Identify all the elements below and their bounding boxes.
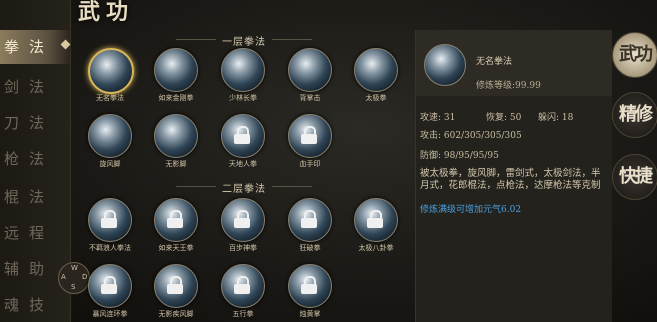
detail-skill-icon (424, 44, 466, 86)
lock-icon (234, 276, 250, 294)
compass-s: S (71, 283, 76, 291)
skill-slot[interactable]: 背掌击 (280, 46, 340, 106)
compass-w: W (71, 264, 78, 272)
nav-label: 刀法 (4, 114, 55, 132)
skill-icon (154, 48, 198, 92)
nav-label: 拳法 (4, 38, 55, 56)
lock-icon (301, 126, 317, 144)
detail-header: 无名拳法 修炼等级:99.99 (416, 30, 612, 96)
skill-name: 太极八卦拳 (358, 244, 394, 252)
skill-icon (88, 48, 134, 94)
skill-description: 被太极拳，旋风脚，雷剑式，太极剑法，半月式，花郎棍法，点枪法，达摩枪法等克制 (420, 168, 601, 191)
skill-detail-panel: 无名拳法 修炼等级:99.99 攻速: 31 恢复: 50 躲闪: 18 攻击:… (415, 30, 612, 322)
button-label: 武功 (619, 44, 653, 65)
lock-icon (301, 210, 317, 228)
nav-label: 棍法 (4, 188, 55, 206)
button-label: 快捷 (619, 166, 653, 187)
skill-slot[interactable]: 旋风脚 (80, 112, 140, 172)
nav-label: 枪法 (4, 150, 55, 168)
skill-name: 天地人拳 (229, 160, 257, 168)
skill-name: 百步神拳 (229, 244, 257, 252)
nav-label: 剑法 (4, 78, 55, 96)
skill-slot[interactable]: 无名拳法 (80, 46, 140, 106)
refine-button[interactable]: 精修 (612, 92, 657, 138)
skill-slot[interactable]: 暴风连环拳 (80, 262, 140, 322)
skill-name: 无影脚 (165, 160, 187, 168)
skill-name: 血手印 (299, 160, 321, 168)
nav-label: 辅助 (4, 260, 55, 278)
skill-slot[interactable]: 如来天王拳 (146, 196, 206, 256)
nav-item-sword[interactable]: 剑法 (0, 70, 70, 104)
skill-icon (354, 48, 398, 92)
nav-item-ranged[interactable]: 远程 (0, 216, 70, 250)
skill-name: 不羁浪人拳法 (89, 244, 131, 252)
skill-name: 无名拳法 (96, 94, 124, 102)
detail-skill-name: 无名拳法 (476, 57, 513, 67)
skill-icon (221, 48, 265, 92)
lock-icon (167, 210, 183, 228)
skill-name: 如来天王拳 (158, 244, 194, 252)
skill-name: 狂破拳 (299, 244, 321, 252)
nav-item-spear[interactable]: 枪法 (0, 142, 70, 176)
skill-slot[interactable]: 无影脚 (146, 112, 206, 172)
martial-arts-button[interactable]: 武功 (612, 32, 657, 78)
skill-slot[interactable]: 五行拳 (213, 262, 273, 322)
compass-a: A (61, 273, 66, 281)
skill-slot[interactable]: 少林长拳 (213, 46, 273, 106)
stat-defense: 防御: 98/95/95/95 (420, 151, 499, 161)
lock-icon (367, 210, 383, 228)
lock-icon (101, 276, 117, 294)
skill-icon (88, 114, 132, 158)
max-level-bonus: 修炼满级可增加元气6.02 (420, 205, 522, 215)
skill-slot[interactable]: 太极八卦拳 (346, 196, 406, 256)
section-title-tier2: 二层拳法 (176, 180, 312, 195)
skill-icon (288, 48, 332, 92)
skill-name: 烛黄掌 (299, 310, 321, 318)
skill-slot[interactable]: 烛黄掌 (280, 262, 340, 322)
lock-icon (301, 276, 317, 294)
stat-attack: 攻击: 602/305/305/305 (420, 131, 522, 141)
skill-slot[interactable]: 百步神拳 (213, 196, 273, 256)
skill-name: 少林长拳 (229, 94, 257, 102)
skill-name: 暴风连环拳 (92, 310, 128, 318)
skill-slot[interactable]: 狂破拳 (280, 196, 340, 256)
stat-attack-speed: 攻速: 31 (420, 113, 456, 123)
nav-item-fist[interactable]: 拳法 (0, 30, 70, 64)
skill-slot[interactable]: 血手印 (280, 112, 340, 172)
skill-grid: 一层拳法 无名拳法 如来金刚拳 少林长拳 背掌击 太极拳 旋风脚 无影脚 天地人… (80, 22, 410, 322)
skill-slot[interactable]: 天地人拳 (213, 112, 273, 172)
detail-skill-level: 修炼等级:99.99 (476, 81, 541, 91)
lock-icon (101, 210, 117, 228)
skill-name: 如来金刚拳 (158, 94, 194, 102)
skill-name: 背掌击 (299, 94, 321, 102)
nav-item-soul[interactable]: 魂技 (0, 288, 70, 322)
nav-item-staff[interactable]: 棍法 (0, 180, 70, 214)
lock-icon (234, 126, 250, 144)
nav-label: 远程 (4, 224, 55, 242)
skill-icon (154, 114, 198, 158)
skill-slot[interactable]: 无影疾风脚 (146, 262, 206, 322)
skill-slot[interactable]: 太极拳 (346, 46, 406, 106)
lock-icon (234, 210, 250, 228)
skill-name: 无影疾风脚 (158, 310, 194, 318)
skill-slot[interactable]: 不羁浪人拳法 (80, 196, 140, 256)
skill-name: 五行拳 (232, 310, 254, 318)
nav-label: 魂技 (4, 296, 55, 314)
skill-name: 旋风脚 (99, 160, 121, 168)
nav-item-blade[interactable]: 刀法 (0, 106, 70, 140)
skill-slot[interactable]: 如来金刚拳 (146, 46, 206, 106)
stat-dodge: 躲闪: 18 (538, 113, 574, 123)
shortcut-button[interactable]: 快捷 (612, 154, 657, 200)
skill-name: 太极拳 (365, 94, 387, 102)
button-label: 精修 (619, 104, 653, 125)
lock-icon (167, 276, 183, 294)
stat-recovery: 恢复: 50 (486, 113, 522, 123)
